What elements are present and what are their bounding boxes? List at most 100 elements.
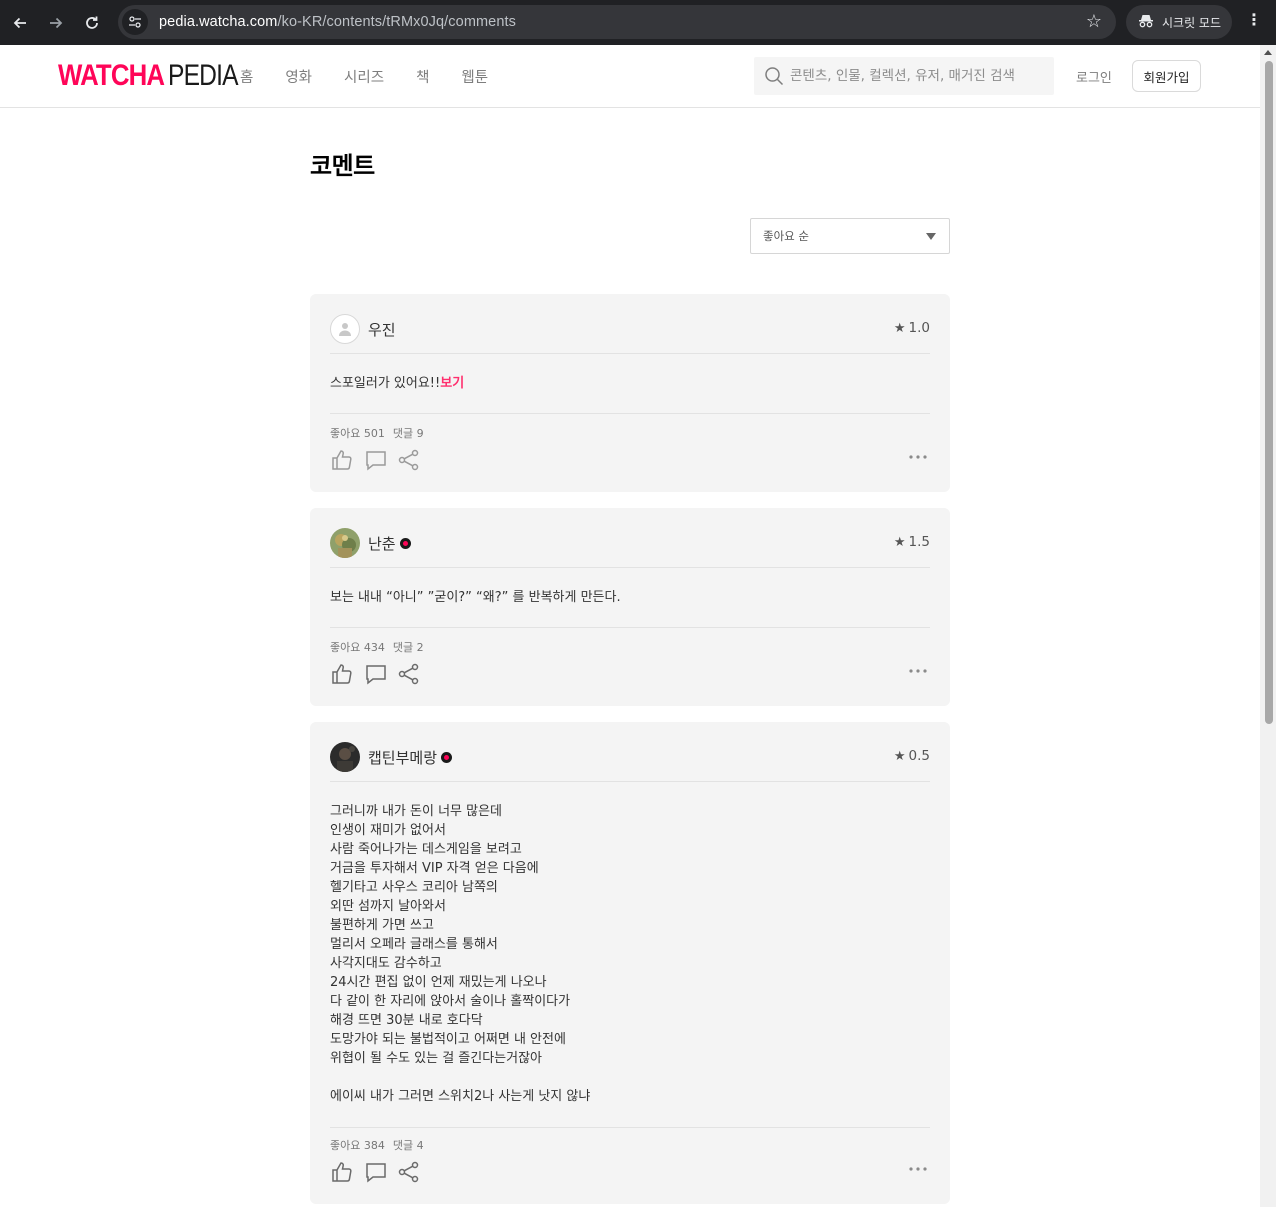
forward-icon[interactable] [38,5,74,41]
username[interactable]: 우진 [368,319,396,340]
signup-button[interactable]: 회원가입 [1132,60,1201,92]
comment-header: 우진 ★ 1.0 [330,314,930,354]
comment-body: 스포일러가 있어요!!보기 [330,374,930,393]
rating: ★ 1.0 [894,320,930,336]
more-options-icon[interactable] [908,1166,928,1172]
comment-actions [330,448,930,474]
more-options-icon[interactable] [908,454,928,460]
reply-count: 댓글 9 [392,427,424,440]
scroll-up-arrow[interactable] [1264,50,1272,55]
watcha-pedia-logo[interactable]: WATCHA PEDIA [58,59,253,93]
username[interactable]: 캡틴부메랑 [368,747,453,768]
reload-icon[interactable] [74,5,110,41]
comment-header: 캡틴부메랑 ★ 0.5 [330,742,930,782]
user-photo [330,742,360,772]
avatar[interactable] [330,314,360,344]
search-input[interactable] [790,68,1050,84]
comment-line: 인생이 재미가 없어서 [330,823,446,838]
comment-card: 캡틴부메랑 ★ 0.5 그러니까 내가 돈이 너무 많은데 인생이 재미가 없어서… [310,722,950,1204]
url-host: pedia.watcha.com [159,14,278,30]
back-icon[interactable] [2,5,38,41]
comment-line: 위협이 될 수도 있는 걸 즐긴다는거잖아 [330,1051,543,1066]
username[interactable]: 난춘 [368,533,411,554]
main-nav: 홈 영화 시리즈 책 웹툰 [240,66,520,87]
divider [330,627,930,628]
spoiler-notice: 스포일러가 있어요!! [330,376,441,391]
dropdown-arrow-icon [926,233,936,240]
nav-movies[interactable]: 영화 [285,66,312,87]
site-header: WATCHA PEDIA 홈 영화 시리즈 책 웹툰 로그인 회원가입 [0,45,1260,108]
search-icon [765,67,784,86]
rating-value: 0.5 [908,748,930,764]
bookmark-star-icon[interactable]: ☆ [1086,11,1102,32]
comment-stats: 좋아요 384 댓글 4 [330,1137,432,1153]
rating: ★ 1.5 [894,534,930,550]
browser-toolbar: pedia.watcha.com/ko-KR/contents/tRMx0Jq/… [0,0,1276,45]
like-count: 좋아요 384 [330,1139,385,1152]
search-box [754,57,1054,95]
share-icon[interactable] [397,448,421,472]
reply-count: 댓글 4 [392,1139,424,1152]
browser-menu-icon[interactable]: ⋮ [1244,10,1264,29]
rating: ★ 0.5 [894,748,930,764]
nav-series[interactable]: 시리즈 [344,66,384,87]
divider [330,413,930,414]
url-path: /ko-KR/contents/tRMx0Jq/comments [277,14,516,30]
like-icon[interactable] [330,662,354,686]
sort-selected-value: 좋아요 순 [763,229,809,243]
avatar[interactable] [330,742,360,772]
logo-brand: WATCHA [58,59,165,92]
comment-icon[interactable] [364,662,388,686]
nav-home[interactable]: 홈 [240,66,253,87]
comment-actions [330,1160,930,1186]
like-icon[interactable] [330,1160,354,1184]
comment-icon[interactable] [364,1160,388,1184]
comment-icon[interactable] [364,448,388,472]
avatar[interactable] [330,528,360,558]
sort-select[interactable]: 좋아요 순 [750,218,950,254]
rating-value: 1.5 [908,534,930,550]
page-title: 코멘트 [310,152,375,180]
incognito-indicator[interactable]: 시크릿 모드 [1126,5,1232,39]
comment-line: 24시간 편집 없이 언제 재밌는게 나오나 [330,975,547,990]
share-icon[interactable] [397,662,421,686]
incognito-label: 시크릿 모드 [1162,15,1222,30]
like-icon[interactable] [330,448,354,472]
comment-line: 헬기타고 사우스 코리아 남쪽의 [330,880,498,895]
rating-value: 1.0 [908,320,930,336]
star-icon: ★ [893,320,906,336]
verified-badge-icon [399,538,411,549]
nav-books[interactable]: 책 [416,66,429,87]
user-photo [330,528,360,558]
comment-body: 그러니까 내가 돈이 너무 많은데 인생이 재미가 없어서 사람 죽어나가는 데… [330,802,930,1106]
comment-line: 해경 뜨면 30분 내로 호다닥 [330,1013,483,1028]
scrollbar-thumb[interactable] [1265,61,1273,724]
comment-line: 멀리서 오페라 글래스를 통해서 [330,937,498,952]
star-icon: ★ [893,534,906,550]
share-icon[interactable] [397,1160,421,1184]
comment-line: 사람 죽어나가는 데스게임을 보려고 [330,842,522,857]
comment-header: 난춘 ★ 1.5 [330,528,930,568]
nav-webtoon[interactable]: 웹툰 [461,66,488,87]
comment-line: 거금을 투자해서 VIP 자격 얻은 다음에 [330,861,539,876]
comment-line: 그러니까 내가 돈이 너무 많은데 [330,804,503,819]
default-user-icon [339,323,351,336]
username-text: 우진 [368,321,396,339]
site-info-icon[interactable] [122,9,148,35]
spoiler-reveal-link[interactable]: 보기 [440,376,464,391]
comment-body: 보는 내내 “아니” ”굳이?” “왜?” 를 반복하게 만든다. [330,588,930,607]
login-link[interactable]: 로그인 [1076,67,1112,86]
logo-product: PEDIA [168,59,239,92]
username-text: 캡틴부메랑 [368,749,438,767]
comment-actions [330,662,930,688]
incognito-icon [1138,14,1154,31]
comment-line: 사각지대도 감수하고 [330,956,442,971]
like-count: 좋아요 501 [330,427,385,440]
more-options-icon[interactable] [908,668,928,674]
address-bar[interactable]: pedia.watcha.com/ko-KR/contents/tRMx0Jq/… [118,5,1116,39]
comment-line: 에이씨 내가 그러면 스위치2나 사는게 낫지 않냐 [330,1089,591,1104]
comment-line: 다 같이 한 자리에 앉아서 술이나 홀짝이다가 [330,994,571,1009]
comment-stats: 좋아요 434 댓글 2 [330,639,432,655]
divider [330,1127,930,1128]
